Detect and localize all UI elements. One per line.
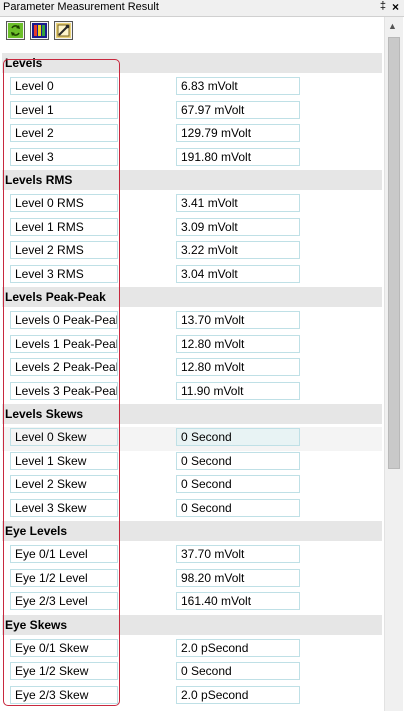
measurement-row[interactable]: Level 2 129.79 mVolt [2, 123, 382, 147]
measurement-value: 3.22 mVolt [176, 241, 300, 259]
color-palette-icon [32, 23, 47, 38]
measurement-value: 12.80 mVolt [176, 358, 300, 376]
measurement-label: Level 3 [10, 147, 118, 166]
measurement-row[interactable]: Level 0 Skew 0 Second [2, 427, 382, 451]
measurement-value: 2.0 pSecond [176, 638, 300, 657]
measurement-row[interactable]: Level 1 RMS 3.09 mVolt [2, 217, 382, 241]
measurement-row[interactable]: Eye 1/2 Level 98.20 mVolt [2, 568, 382, 592]
toolbar [0, 17, 384, 47]
measurement-row[interactable]: Level 0 6.83 mVolt [2, 76, 382, 100]
measurement-row[interactable]: Eye 0/1 Skew 2.0 pSecond [2, 638, 382, 662]
measurement-list: Levels Level 0 6.83 mVolt Level 1 67.97 mVol… [2, 53, 382, 711]
measurement-row[interactable]: Level 2 RMS 3.22 mVolt [2, 240, 382, 264]
scroll-thumb[interactable] [388, 37, 400, 469]
close-icon[interactable]: × [392, 0, 399, 14]
section-header: Levels RMS [2, 170, 382, 190]
measurement-value: 191.80 mVolt [176, 147, 300, 166]
measurement-row[interactable]: Eye 2/3 Skew 2.0 pSecond [2, 685, 382, 709]
section-header: Eye Skews [2, 614, 382, 635]
panel-titlebar: Parameter Measurement Result ‡ × [0, 0, 404, 17]
scroll-up-icon[interactable]: ▲ [388, 21, 397, 31]
measurement-label: Level 0 RMS [10, 194, 118, 212]
section-header: Levels [2, 53, 382, 73]
measurement-row[interactable]: Eye 0/1 Level 37.70 mVolt [2, 544, 382, 568]
measurement-label: Eye 0/1 Level [10, 545, 118, 563]
measurement-value: 37.70 mVolt [176, 545, 300, 563]
vertical-scrollbar[interactable]: ▲ [384, 17, 403, 711]
measurement-value: 0 Second [176, 498, 300, 517]
section-header: Levels Skews [2, 404, 382, 424]
measurement-label: Eye 2/3 Skew [10, 685, 118, 704]
measurement-label: Eye 1/2 Skew [10, 662, 118, 680]
measurement-value: 3.04 mVolt [176, 264, 300, 283]
panel-title: Parameter Measurement Result [3, 1, 159, 13]
settings-button[interactable] [54, 21, 73, 40]
measurement-value: 161.40 mVolt [176, 592, 300, 610]
measurement-label: Levels 3 Peak-Peak [10, 381, 118, 400]
color-button[interactable] [30, 21, 49, 40]
measurement-label: Eye 2/3 Level [10, 592, 118, 610]
measurement-row[interactable]: Level 1 Skew 0 Second [2, 451, 382, 475]
section-header: Eye Levels [2, 521, 382, 541]
pin-icon[interactable]: ‡ [380, 0, 386, 12]
measurement-label: Level 1 [10, 100, 118, 119]
measurement-label: Level 0 [10, 77, 118, 95]
measurement-row[interactable]: Level 0 RMS 3.41 mVolt [2, 193, 382, 217]
measurement-row[interactable]: Levels 3 Peak-Peak 11.90 mVolt [2, 381, 382, 405]
refresh-icon [8, 23, 23, 38]
measurement-value: 0 Second [176, 451, 300, 470]
section-header: Levels Peak-Peak [2, 287, 382, 307]
measurement-row[interactable]: Level 3 Skew 0 Second [2, 498, 382, 522]
measurement-row[interactable]: Level 3 RMS 3.04 mVolt [2, 264, 382, 288]
measurement-label: Level 2 [10, 124, 118, 142]
measurement-label: Level 2 RMS [10, 241, 118, 259]
measurement-label: Level 2 Skew [10, 475, 118, 493]
measurement-label: Level 3 RMS [10, 264, 118, 283]
measurement-row[interactable]: Level 2 Skew 0 Second [2, 474, 382, 498]
measurement-row[interactable]: Level 1 67.97 mVolt [2, 100, 382, 124]
measurement-label: Level 1 Skew [10, 451, 118, 470]
measurement-label: Levels 0 Peak-Peak [10, 311, 118, 329]
measurement-row[interactable]: Levels 2 Peak-Peak 12.80 mVolt [2, 357, 382, 381]
measurement-label: Levels 2 Peak-Peak [10, 358, 118, 376]
measurement-value: 2.0 pSecond [176, 685, 300, 704]
measurement-row[interactable]: Eye 1/2 Skew 0 Second [2, 661, 382, 685]
measurement-value: 0 Second [176, 475, 300, 493]
measurement-value: 129.79 mVolt [176, 124, 300, 142]
measurement-value: 67.97 mVolt [176, 100, 300, 119]
refresh-button[interactable] [6, 21, 25, 40]
measurement-label: Level 1 RMS [10, 217, 118, 236]
measurement-label: Level 0 Skew [10, 428, 118, 446]
measurement-row[interactable]: Levels 1 Peak-Peak 12.80 mVolt [2, 334, 382, 358]
measurement-value: 6.83 mVolt [176, 77, 300, 95]
measurement-value: 3.09 mVolt [176, 217, 300, 236]
measurement-label: Eye 1/2 Level [10, 568, 118, 587]
measurement-label: Level 3 Skew [10, 498, 118, 517]
measurement-value: 0 Second [176, 428, 300, 446]
measurement-row[interactable]: Level 3 191.80 mVolt [2, 147, 382, 171]
settings-tool-icon [56, 23, 71, 38]
measurement-value: 0 Second [176, 662, 300, 680]
measurement-value: 3.41 mVolt [176, 194, 300, 212]
measurement-value: 12.80 mVolt [176, 334, 300, 353]
measurement-label: Levels 1 Peak-Peak [10, 334, 118, 353]
measurement-row[interactable]: Eye 2/3 Level 161.40 mVolt [2, 591, 382, 615]
measurement-value: 98.20 mVolt [176, 568, 300, 587]
measurement-value: 11.90 mVolt [176, 381, 300, 400]
measurement-row[interactable]: Levels 0 Peak-Peak 13.70 mVolt [2, 310, 382, 334]
measurement-value: 13.70 mVolt [176, 311, 300, 329]
measurement-label: Eye 0/1 Skew [10, 638, 118, 657]
